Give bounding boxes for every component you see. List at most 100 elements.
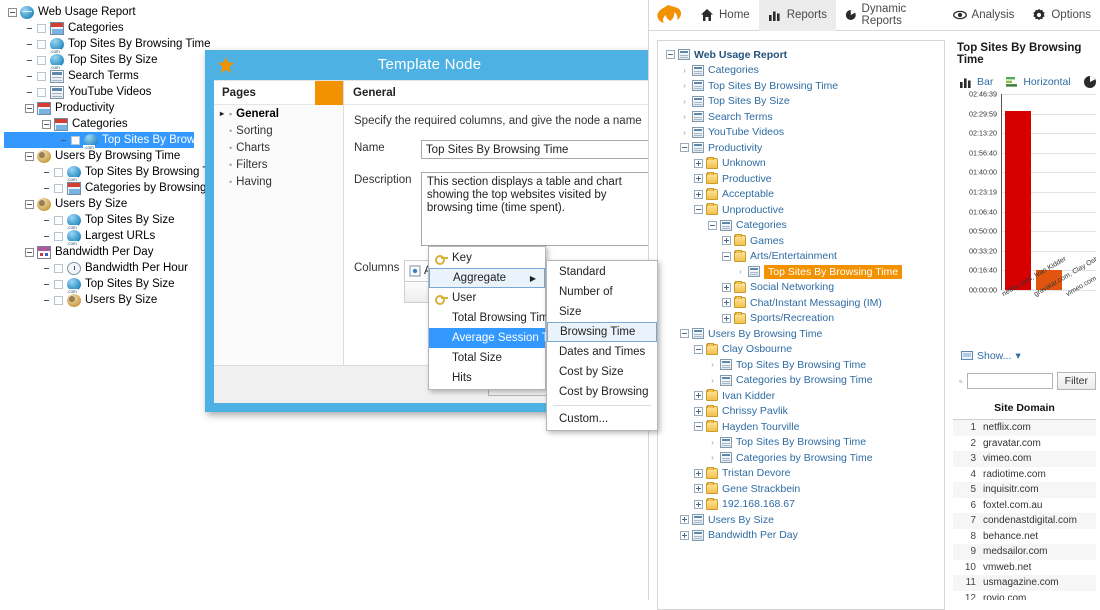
report-tree-item-categories-by-browsing-time[interactable]: › Categories by Browsing Time [664,373,944,389]
chevron-right-icon[interactable]: › [708,438,717,447]
expander-toggle-icon[interactable] [680,143,689,153]
description-textarea[interactable]: This section displays a table and chart … [420,172,654,246]
nav-item-analysis[interactable]: Analysis [944,0,1024,31]
report-tree-item-users-by-browsing-time[interactable]: Users By Browsing Time [664,326,944,342]
expander-toggle-icon[interactable] [694,158,703,168]
report-tree-item-games[interactable]: Games [664,233,944,249]
report-tree-item-acceptable[interactable]: Acceptable [664,187,944,203]
nav-items[interactable]: Home Reports Dynamic Reports Analysis Option… [691,0,1100,31]
submenu-item-dates-and-times[interactable]: Dates and Times [547,342,657,362]
report-tree-item-gene-strackbein[interactable]: Gene Strackbein [664,481,944,497]
submenu-item-cost-by-browsing[interactable]: Cost by Browsing [547,382,657,402]
table-row[interactable]: 12 rovio.com [953,591,1096,600]
bar-0[interactable] [1004,111,1031,290]
report-tree-item-top-sites-by-browsing-time[interactable]: › Top Sites By Browsing Time [664,264,944,280]
expander-toggle-icon[interactable] [680,515,689,525]
menu-item-total-size[interactable]: Total Size [429,348,545,368]
chevron-right-icon[interactable]: › [708,376,717,385]
submenu-item-custom-[interactable]: Custom... [547,409,657,429]
expander-toggle-icon[interactable] [694,344,703,354]
submenu-item-size[interactable]: Size [547,302,657,322]
chart-tab-pie[interactable]: Pie [1083,75,1096,89]
report-tree-item-categories[interactable]: › Categories [664,63,944,79]
report-tree-item-unknown[interactable]: Unknown [664,156,944,172]
chevron-right-icon[interactable]: › [736,267,745,276]
submenu-item-cost-by-size[interactable]: Cost by Size [547,362,657,382]
expander-toggle-icon[interactable] [722,251,731,261]
report-tree-item-categories-by-browsing-time[interactable]: › Categories by Browsing Time [664,450,944,466]
table-row[interactable]: 11 usmagazine.com [953,575,1096,591]
expander-toggle-icon[interactable] [680,329,689,339]
checkbox[interactable] [54,279,63,289]
checkbox[interactable] [37,55,46,65]
table-row[interactable]: 9 medsailor.com [953,544,1096,560]
table-row[interactable]: 3 vimeo.com [953,451,1096,467]
show-menu[interactable]: Show... ▾ [961,350,1096,362]
chevron-right-icon[interactable]: › [680,128,689,137]
report-tree-item-productive[interactable]: Productive [664,171,944,187]
checkbox[interactable] [54,167,63,177]
menu-item-total-browsing-time[interactable]: Total Browsing Time [429,308,555,328]
expander-toggle-icon[interactable] [694,391,703,401]
checkbox[interactable] [37,71,46,81]
chevron-right-icon[interactable]: › [680,81,689,90]
page-item-general[interactable]: ▸ • General [214,105,343,122]
table-row[interactable]: 10 vmweb.net [953,560,1096,576]
checkbox[interactable] [37,39,46,49]
expander-toggle-icon[interactable] [694,174,703,184]
page-item-having[interactable]: • Having [214,173,343,190]
expander-toggle-icon[interactable] [25,151,34,161]
expander-toggle-icon[interactable] [680,530,689,540]
checkbox[interactable] [71,135,80,145]
table-row[interactable]: 4 radiotime.com [953,467,1096,483]
report-tree-item-hayden-tourville[interactable]: Hayden Tourville [664,419,944,435]
table-row[interactable]: 6 foxtel.com.au [953,498,1096,514]
report-tree-item-productivity[interactable]: Productivity [664,140,944,156]
chevron-right-icon[interactable]: › [680,66,689,75]
report-tree-panel[interactable]: Web Usage Report › Categories › Top Sites By… [657,40,945,610]
report-tree-item-unproductive[interactable]: Unproductive [664,202,944,218]
expander-toggle-icon[interactable] [694,468,703,478]
nav-item-options[interactable]: Options [1023,0,1100,31]
expander-toggle-icon[interactable] [694,484,703,494]
submenu-item-number-of[interactable]: Number of [547,282,657,302]
checkbox[interactable] [37,87,46,97]
report-tree-item-youtube-videos[interactable]: › YouTube Videos [664,125,944,141]
table-row[interactable]: 2 gravatar.com [953,436,1096,452]
checkbox[interactable] [37,23,46,33]
menu-item-key[interactable]: Key [429,248,545,268]
expander-toggle-icon[interactable] [694,499,703,509]
expander-toggle-icon[interactable] [722,282,731,292]
report-tree-item-clay-osbourne[interactable]: Clay Osbourne [664,342,944,358]
checkbox[interactable] [54,263,63,273]
checkbox[interactable] [54,183,63,193]
chart-type-tabs[interactable]: Bar Horizontal Pie [959,75,1096,89]
table-row[interactable]: 1 netflix.com [953,420,1096,436]
report-tree-item-social-networking[interactable]: Social Networking [664,280,944,296]
expander-toggle-icon[interactable] [722,236,731,246]
report-tree-item-users-by-size[interactable]: Users By Size [664,512,944,528]
expander-toggle-icon[interactable] [8,7,17,17]
filter-input[interactable] [966,373,1053,389]
expander-toggle-icon[interactable] [25,199,34,209]
site-domain-list[interactable]: 1 netflix.com 2 gravatar.com 3 vimeo.com 4 radi… [953,420,1096,600]
tree-item-top-sites-by-browsing-time[interactable]: Top Sites By Browsing Time [4,132,245,150]
report-tree-item-192-168-168-67[interactable]: 192.168.168.67 [664,497,944,513]
expander-toggle-icon[interactable] [694,406,703,416]
report-tree-item-categories[interactable]: Categories [664,218,944,234]
menu-item-average-session-time[interactable]: Average Session Time [429,328,567,348]
filter-button[interactable]: Filter [1056,372,1096,390]
expander-toggle-icon[interactable] [25,103,34,113]
tree-item-web-usage-report[interactable]: Web Usage Report [4,4,648,20]
expander-toggle-icon[interactable] [722,313,731,323]
page-item-charts[interactable]: • Charts [214,139,343,156]
submenu-item-browsing-time[interactable]: Browsing Time [547,322,657,342]
chevron-right-icon[interactable]: › [708,453,717,462]
page-item-filters[interactable]: • Filters [214,156,343,173]
name-input[interactable] [420,140,654,159]
chevron-right-icon[interactable]: › [680,97,689,106]
report-tree-item-chrissy-pavlik[interactable]: Chrissy Pavlik [664,404,944,420]
report-tree-item-top-sites-by-browsing-time[interactable]: › Top Sites By Browsing Time [664,78,944,94]
report-tree-item-tristan-devore[interactable]: Tristan Devore [664,466,944,482]
chart-tab-horizontal[interactable]: Horizontal [1005,75,1071,89]
